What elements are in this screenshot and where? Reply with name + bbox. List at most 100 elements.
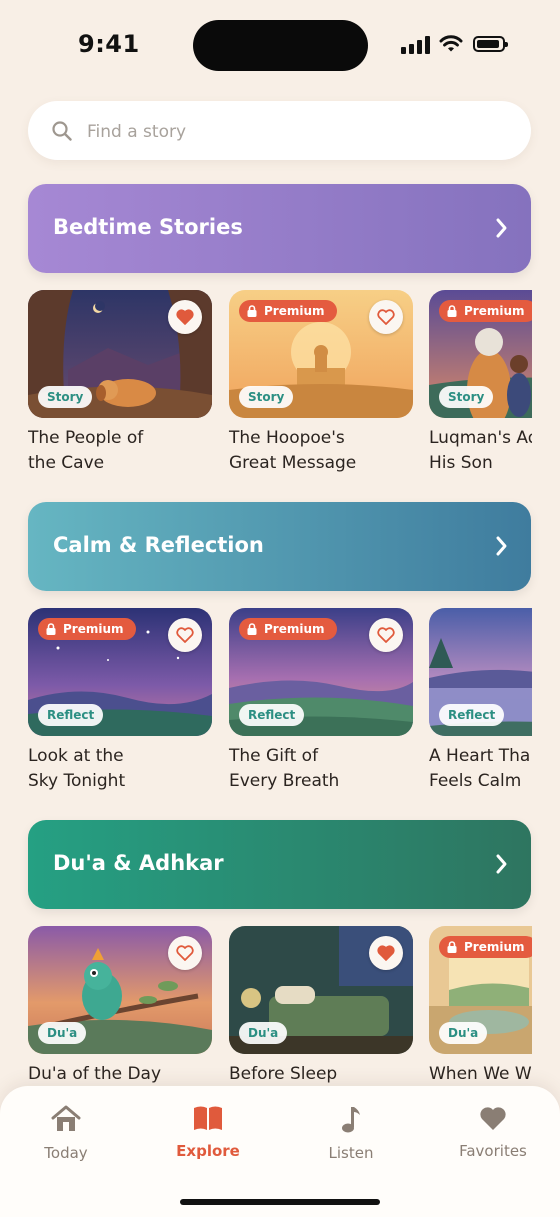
premium-label: Premium [464,940,525,954]
heart-icon [480,1107,506,1130]
story-card[interactable]: Premium Du'a When We W [429,926,532,1087]
category-tag: Du'a [439,1022,488,1044]
card-title-line: Feels Calm [429,771,522,791]
favorite-button[interactable] [369,618,403,652]
category-tag: Story [38,386,93,408]
card-title-line: The Gift of [229,746,319,766]
heart-filled-icon [176,309,194,325]
card-title: Look at the Sky Tonight [28,744,212,794]
story-card[interactable]: Premium Reflect The Gift of Every Breath [229,608,413,794]
category-tag: Story [239,386,294,408]
card-title-line: A Heart Tha [429,746,531,766]
story-card[interactable]: Story The People of the Cave [28,290,212,476]
chevron-right-icon [496,536,507,556]
home-indicator[interactable] [180,1199,380,1205]
card-thumbnail: Du'a [229,926,413,1054]
premium-badge: Premium [38,618,136,640]
card-thumbnail: Reflect [429,608,532,736]
card-row-bedtime-stories: Story The People of the Cave Premium Sto… [28,290,532,490]
status-bar: 9:41 [0,0,560,92]
category-tag: Reflect [38,704,104,726]
story-card[interactable]: Du'a Before Sleep [229,926,413,1087]
favorite-button[interactable] [168,300,202,334]
card-title: A Heart Tha Feels Calm [429,744,532,794]
premium-badge: Premium [439,300,532,322]
section-banner-calm-reflection[interactable]: Calm & Reflection [28,502,531,591]
search-bar[interactable] [28,101,531,160]
lock-icon [247,305,257,317]
card-title-line: Before Sleep [229,1064,338,1084]
tab-label: Explore [176,1142,240,1160]
card-thumbnail: Premium Du'a [429,926,532,1054]
heart-filled-icon [377,945,395,961]
premium-label: Premium [63,622,124,636]
card-title: Luqman's Ad His Son [429,426,532,476]
section-banner-bedtime-stories[interactable]: Bedtime Stories [28,184,531,273]
card-title-line: His Son [429,453,493,473]
card-thumbnail: Premium Reflect [229,608,413,736]
premium-badge: Premium [239,618,337,640]
card-title-line: Sky Tonight [28,771,126,791]
category-tag: Du'a [38,1022,87,1044]
tab-bar: Today Explore Listen Favorites [0,1086,560,1217]
premium-label: Premium [464,304,525,318]
search-input[interactable] [85,115,509,149]
heart-outline-icon [377,309,395,325]
story-card[interactable]: Du'a Du'a of the Day [28,926,212,1087]
story-card[interactable]: Premium Story Luqman's Ad His Son [429,290,532,476]
category-tag: Reflect [439,704,505,726]
dynamic-island [193,20,368,71]
favorite-button[interactable] [369,300,403,334]
card-thumbnail: Premium Story [429,290,532,418]
card-title-line: Every Breath [229,771,340,791]
card-title: The Hoopoe's Great Message [229,426,413,476]
tab-label: Today [44,1144,88,1162]
card-row-calm-reflection: Premium Reflect Look at the Sky Tonight … [28,608,532,808]
card-title: The Gift of Every Breath [229,744,413,794]
section-title: Calm & Reflection [53,533,264,557]
heart-outline-icon [176,945,194,961]
card-thumbnail: Du'a [28,926,212,1054]
lock-icon [447,941,457,953]
lock-icon [247,623,257,635]
tab-listen[interactable]: Listen [291,1104,411,1162]
card-title-line: Luqman's Ad [429,428,532,448]
card-title-line: When We W [429,1064,532,1084]
favorite-button[interactable] [168,936,202,970]
chevron-right-icon [496,854,507,874]
wifi-icon [439,35,463,52]
battery-icon [473,36,508,52]
category-tag: Reflect [239,704,305,726]
premium-badge: Premium [239,300,337,322]
book-icon [194,1106,222,1130]
music-note-icon [342,1107,360,1133]
card-title-line: The Hoopoe's [229,428,345,448]
favorite-button[interactable] [168,618,202,652]
story-card[interactable]: Premium Reflect Look at the Sky Tonight [28,608,212,794]
card-thumbnail: Premium Story [229,290,413,418]
story-card[interactable]: Premium Story The Hoopoe's Great Message [229,290,413,476]
card-title: The People of the Cave [28,426,212,476]
heart-outline-icon [176,627,194,643]
card-thumbnail: Premium Reflect [28,608,212,736]
section-title: Du'a & Adhkar [53,851,224,875]
heart-outline-icon [377,627,395,643]
tab-today[interactable]: Today [6,1104,126,1162]
tab-explore[interactable]: Explore [148,1104,268,1160]
premium-badge: Premium [439,936,532,958]
tab-label: Listen [328,1144,374,1162]
card-title-line: Du'a of the Day [28,1064,162,1084]
favorite-button[interactable] [369,936,403,970]
home-icon [51,1105,81,1131]
category-tag: Du'a [239,1022,288,1044]
section-banner-dua-adhkar[interactable]: Du'a & Adhkar [28,820,531,909]
card-thumbnail: Story [28,290,212,418]
tab-favorites[interactable]: Favorites [433,1104,553,1160]
premium-label: Premium [264,304,325,318]
story-card[interactable]: Reflect A Heart Tha Feels Calm [429,608,532,794]
chevron-right-icon [496,218,507,238]
category-tag: Story [439,386,494,408]
card-title-line: The People of [28,428,144,448]
card-title: Du'a of the Day [28,1062,212,1087]
tab-label: Favorites [459,1142,527,1160]
